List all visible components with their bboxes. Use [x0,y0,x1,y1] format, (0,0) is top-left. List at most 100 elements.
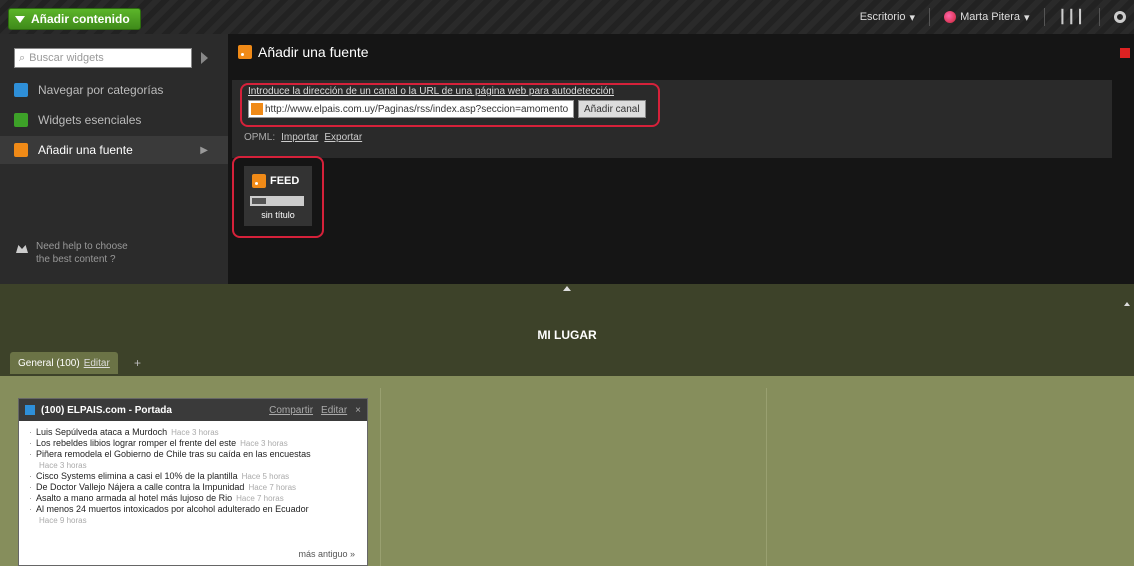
dropdown-arrow-icon [15,15,25,23]
news-headline[interactable]: Cisco Systems elimina a casi el 10% de l… [36,471,238,482]
tab-general[interactable]: General (100) Editar [10,352,118,374]
feed-url-value: http://www.elpais.com.uy/Paginas/rss/ind… [265,103,569,115]
rss-icon [238,45,252,59]
add-feed-panel: Añadir una fuente Introduce la dirección… [228,34,1134,284]
user-menu[interactable]: Marta Pitera ▾ [944,11,1030,24]
news-headline[interactable]: Piñera remodela el Gobierno de Chile tra… [36,449,311,460]
user-icon [944,11,957,23]
bullet-icon: · [29,438,32,448]
desktop-menu-label: Escritorio [859,11,906,23]
close-icon[interactable] [1120,48,1130,58]
news-headline[interactable]: Asalto a mano armada al hotel más lujoso… [36,493,232,504]
grid-icon[interactable]: ┃┃┃ [1059,9,1085,25]
rss-icon [251,103,263,115]
separator [1099,8,1100,26]
news-headline[interactable]: Al menos 24 muertos intoxicados por alco… [36,504,309,515]
feed-thumbnail [250,196,304,206]
feed-widget[interactable]: FEED sin título [244,166,312,226]
url-section: Introduce la dirección de un canal o la … [232,80,1112,158]
opml-links: OPML: Importar Exportar [244,132,362,143]
gear-icon[interactable] [1114,11,1126,23]
list-item[interactable]: · Los rebeldes libios lograr romper el fr… [29,438,357,449]
sidebar-item-essentials[interactable]: Widgets esenciales [0,106,228,134]
sidebar-item-label: Añadir una fuente [38,143,133,157]
help-text: Need help to choose the best content ? [36,240,128,266]
add-tab-icon[interactable]: + [134,356,141,370]
top-bar: Añadir contenido Escritorio ▾ Marta Pite… [0,0,1134,34]
panel-title: Añadir una fuente [238,44,369,60]
news-time: Hace 9 horas [39,516,87,525]
list-item-meta: Hace 3 horas [29,460,357,471]
scroll-up-icon[interactable] [1124,302,1130,306]
top-right-menu: Escritorio ▾ Marta Pitera ▾ ┃┃┃ [860,8,1134,26]
close-icon[interactable]: × [355,405,361,416]
news-time: Hace 3 horas [171,428,219,437]
rss-icon [252,174,266,188]
help-link[interactable]: Need help to choose the best content ? [16,240,128,266]
list-item[interactable]: · De Doctor Vallejo Nájera a calle contra… [29,482,357,493]
panel-title-text: Añadir una fuente [258,44,369,60]
bullet-icon: · [29,493,32,503]
news-headline[interactable]: Los rebeldes libios lograr romper el fre… [36,438,236,449]
import-link[interactable]: Importar [281,132,318,143]
rss-icon [14,143,28,157]
news-time: Hace 3 horas [39,461,87,470]
search-input[interactable]: ⌕ Buscar widgets [14,48,192,68]
tab-edit-link[interactable]: Editar [84,358,110,369]
widget-actions: Compartir Editar × [269,405,361,416]
sidebar-item-label: Navegar por categorías [38,83,164,97]
tab-label: General (100) [18,357,80,369]
chevron-right-icon: ▶ [200,144,208,156]
chevron-down-icon: ▾ [1023,11,1030,24]
desktop-menu[interactable]: Escritorio ▾ [860,11,915,24]
more-link[interactable]: más antiguo » [298,549,355,559]
collapse-icon[interactable] [563,286,571,291]
bullet-icon: · [29,427,32,437]
category-icon [14,83,28,97]
opml-label: OPML: [244,132,276,143]
feed-url-input[interactable]: http://www.elpais.com.uy/Paginas/rss/ind… [248,100,574,118]
feed-preview[interactable]: FEED sin título [232,156,324,238]
share-link[interactable]: Compartir [269,405,313,416]
widget-body: · Luis Sepúlveda ataca a Murdoch Hace 3 ho… [19,421,367,532]
news-time: Hace 7 horas [236,494,284,503]
list-item[interactable]: · Al menos 24 muertos intoxicados por alc… [29,504,357,515]
news-widget: (100) ELPAIS.com - Portada Compartir Edi… [18,398,368,566]
search-icon: ⌕ [19,51,26,64]
search-placeholder: Buscar widgets [29,52,104,64]
news-headline[interactable]: De Doctor Vallejo Nájera a calle contra … [36,482,244,493]
crown-icon [16,245,28,253]
news-time: Hace 7 horas [248,483,297,492]
help-line: the best content ? [36,254,116,265]
widget-header[interactable]: (100) ELPAIS.com - Portada Compartir Edi… [19,399,367,421]
list-item[interactable]: · Piñera remodela el Gobierno de Chile tr… [29,449,357,460]
user-menu-label: Marta Pitera [960,11,1020,23]
news-time: Hace 3 horas [240,439,288,448]
list-item[interactable]: · Luis Sepúlveda ataca a Murdoch Hace 3 ho… [29,427,357,438]
help-line: Need help to choose [36,241,128,252]
sidebar-item-label: Widgets esenciales [38,113,142,127]
add-content-button[interactable]: Añadir contenido [8,8,141,30]
column-divider [766,388,767,566]
add-channel-button[interactable]: Añadir canal [578,100,646,118]
widget-icon [25,405,35,415]
search-go-icon[interactable] [201,52,208,64]
chevron-down-icon: ▾ [909,11,916,24]
widget-title: (100) ELPAIS.com - Portada [41,404,172,416]
url-caption: Introduce la dirección de un canal o la … [248,86,614,97]
bullet-icon: · [29,449,32,459]
sidebar-item-browse[interactable]: Navegar por categorías [0,76,228,104]
list-item[interactable]: · Asalto a mano armada al hotel más lujos… [29,493,357,504]
list-item[interactable]: · Cisco Systems elimina a casi el 10% de … [29,471,357,482]
widget-icon [14,113,28,127]
export-link[interactable]: Exportar [324,132,362,143]
page-title: MI LUGAR [537,328,597,342]
edit-link[interactable]: Editar [321,405,347,416]
separator [929,8,931,26]
column-divider [380,388,381,566]
sidebar: ⌕ Buscar widgets Navegar por categorías … [0,34,228,284]
bullet-icon: · [29,504,32,514]
list-item-meta: Hace 9 horas [29,515,357,526]
sidebar-item-add-feed[interactable]: Añadir una fuente ▶ [0,136,228,164]
news-headline[interactable]: Luis Sepúlveda ataca a Murdoch [36,427,167,438]
